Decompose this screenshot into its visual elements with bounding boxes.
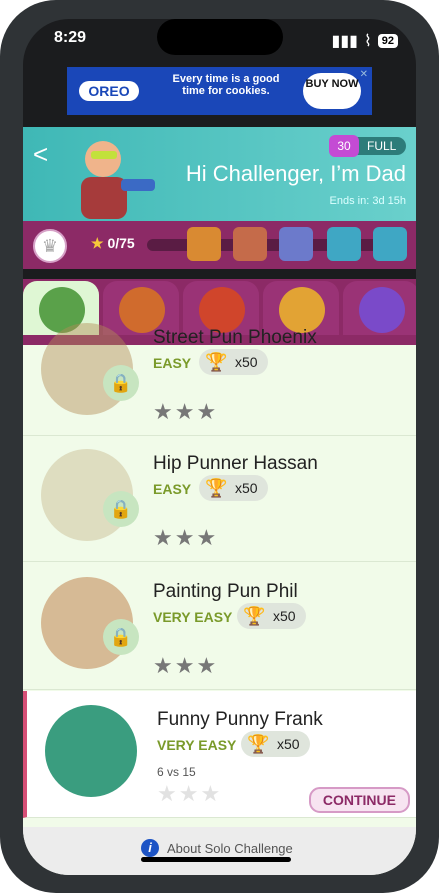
challenger-reward-value: x50 <box>273 608 296 624</box>
challenger-reward: 🏆 x50 <box>237 603 306 629</box>
challenger-difficulty: VERY EASY <box>153 609 233 625</box>
challenger-reward-value: x50 <box>277 736 300 752</box>
reward-chest[interactable] <box>233 227 267 261</box>
dad-character-illustration <box>81 141 155 219</box>
challenger-list: 🔒 Street Pun Phoenix EASY 🏆 x50 ★★★ 🔒 Hi… <box>23 323 416 875</box>
battery-icon: 92 <box>377 34 398 48</box>
ad-brand-logo: OREO <box>79 81 139 101</box>
lives-indicator: 30 FULL <box>329 135 407 157</box>
challenger-reward: 🏆 x50 <box>199 349 268 375</box>
ad-banner[interactable]: OREO Every time is a good time for cooki… <box>67 67 372 115</box>
challenge-title: Hi Challenger, I’m Dad <box>185 161 406 186</box>
info-icon: i <box>141 839 159 857</box>
challenger-name: Painting Pun Phil <box>153 581 298 602</box>
challenge-ends: Ends in: 3d 15h <box>329 195 406 207</box>
status-icons: ▮▮▮ ⌇ 92 <box>332 31 398 51</box>
challenger-row[interactable]: 🔒 Street Pun Phoenix EASY 🏆 x50 ★★★ <box>23 309 416 436</box>
continue-button[interactable]: CONTINUE <box>308 787 410 813</box>
trophy-icon: 🏆 <box>205 352 228 372</box>
challenger-stars: ★★★ <box>157 781 223 806</box>
challenger-score: 6 vs 15 <box>157 765 196 779</box>
challenger-stars: ★★★ <box>153 653 219 678</box>
challenger-difficulty: VERY EASY <box>157 737 237 753</box>
stars-progress-text: 0/75 <box>107 235 135 251</box>
lock-icon: 🔒 <box>103 491 139 527</box>
challenger-reward: 🏆 x50 <box>199 475 268 501</box>
dynamic-island <box>157 19 283 55</box>
challenge-banner: < 30 FULL Hi Challenger, I’m Dad Ends in… <box>23 127 416 221</box>
signal-icon: ▮▮▮ <box>331 33 358 50</box>
screen: 8:29 ▮▮▮ ⌇ 92 OREO Every time is a good … <box>23 19 416 875</box>
challenger-difficulty: EASY <box>153 481 192 497</box>
crown-icon: ♛ <box>33 229 67 263</box>
lock-icon: 🔒 <box>103 365 139 401</box>
trophy-icon: 🏆 <box>243 606 266 626</box>
about-solo-challenge[interactable]: i About Solo Challenge <box>23 827 416 875</box>
challenger-name: Street Pun Phoenix <box>153 327 317 348</box>
reward-chest[interactable] <box>373 227 407 261</box>
back-chevron-icon[interactable]: < <box>33 139 48 170</box>
challenger-row[interactable]: 🔒 Hip Punner Hassan EASY 🏆 x50 ★★★ <box>23 435 416 562</box>
trophy-icon: 🏆 <box>247 734 270 754</box>
status-time: 8:29 <box>54 29 87 46</box>
home-indicator[interactable] <box>141 857 291 862</box>
lock-icon: 🔒 <box>103 619 139 655</box>
lives-status: FULL <box>367 139 397 153</box>
reward-chest[interactable] <box>187 227 221 261</box>
challenger-row[interactable]: 🔒 Painting Pun Phil VERY EASY 🏆 x50 ★★★ <box>23 563 416 690</box>
reward-chest[interactable] <box>279 227 313 261</box>
ad-headline: Every time is a good time for cookies. <box>172 73 280 97</box>
ad-cta-button[interactable]: BUY NOW <box>303 73 361 109</box>
challenger-reward-value: x50 <box>235 480 258 496</box>
stars-progress: ★ 0/75 <box>91 235 135 252</box>
reward-chest[interactable] <box>327 227 361 261</box>
phone-frame: 8:29 ▮▮▮ ⌇ 92 OREO Every time is a good … <box>0 0 439 893</box>
lives-count: 30 <box>329 135 359 157</box>
challenger-row-current[interactable]: Funny Punny Frank VERY EASY 🏆 x50 6 vs 1… <box>23 691 416 818</box>
challenger-name: Funny Punny Frank <box>157 709 323 730</box>
ad-close-icon[interactable]: ✕ <box>360 69 368 80</box>
challenger-name: Hip Punner Hassan <box>153 453 318 474</box>
reward-progress: ♛ ★ 0/75 <box>23 221 416 269</box>
challenger-stars: ★★★ <box>153 525 219 550</box>
challenger-reward: 🏆 x50 <box>241 731 310 757</box>
challenger-stars: ★★★ <box>153 399 219 424</box>
star-icon: ★ <box>91 235 104 251</box>
status-bar: 8:29 ▮▮▮ ⌇ 92 <box>23 19 416 67</box>
wifi-icon: ⌇ <box>363 33 372 50</box>
challenger-reward-value: x50 <box>235 354 258 370</box>
challenger-difficulty: EASY <box>153 355 192 371</box>
challenger-avatar <box>45 705 137 797</box>
about-label: About Solo Challenge <box>167 841 293 856</box>
trophy-icon: 🏆 <box>205 478 228 498</box>
